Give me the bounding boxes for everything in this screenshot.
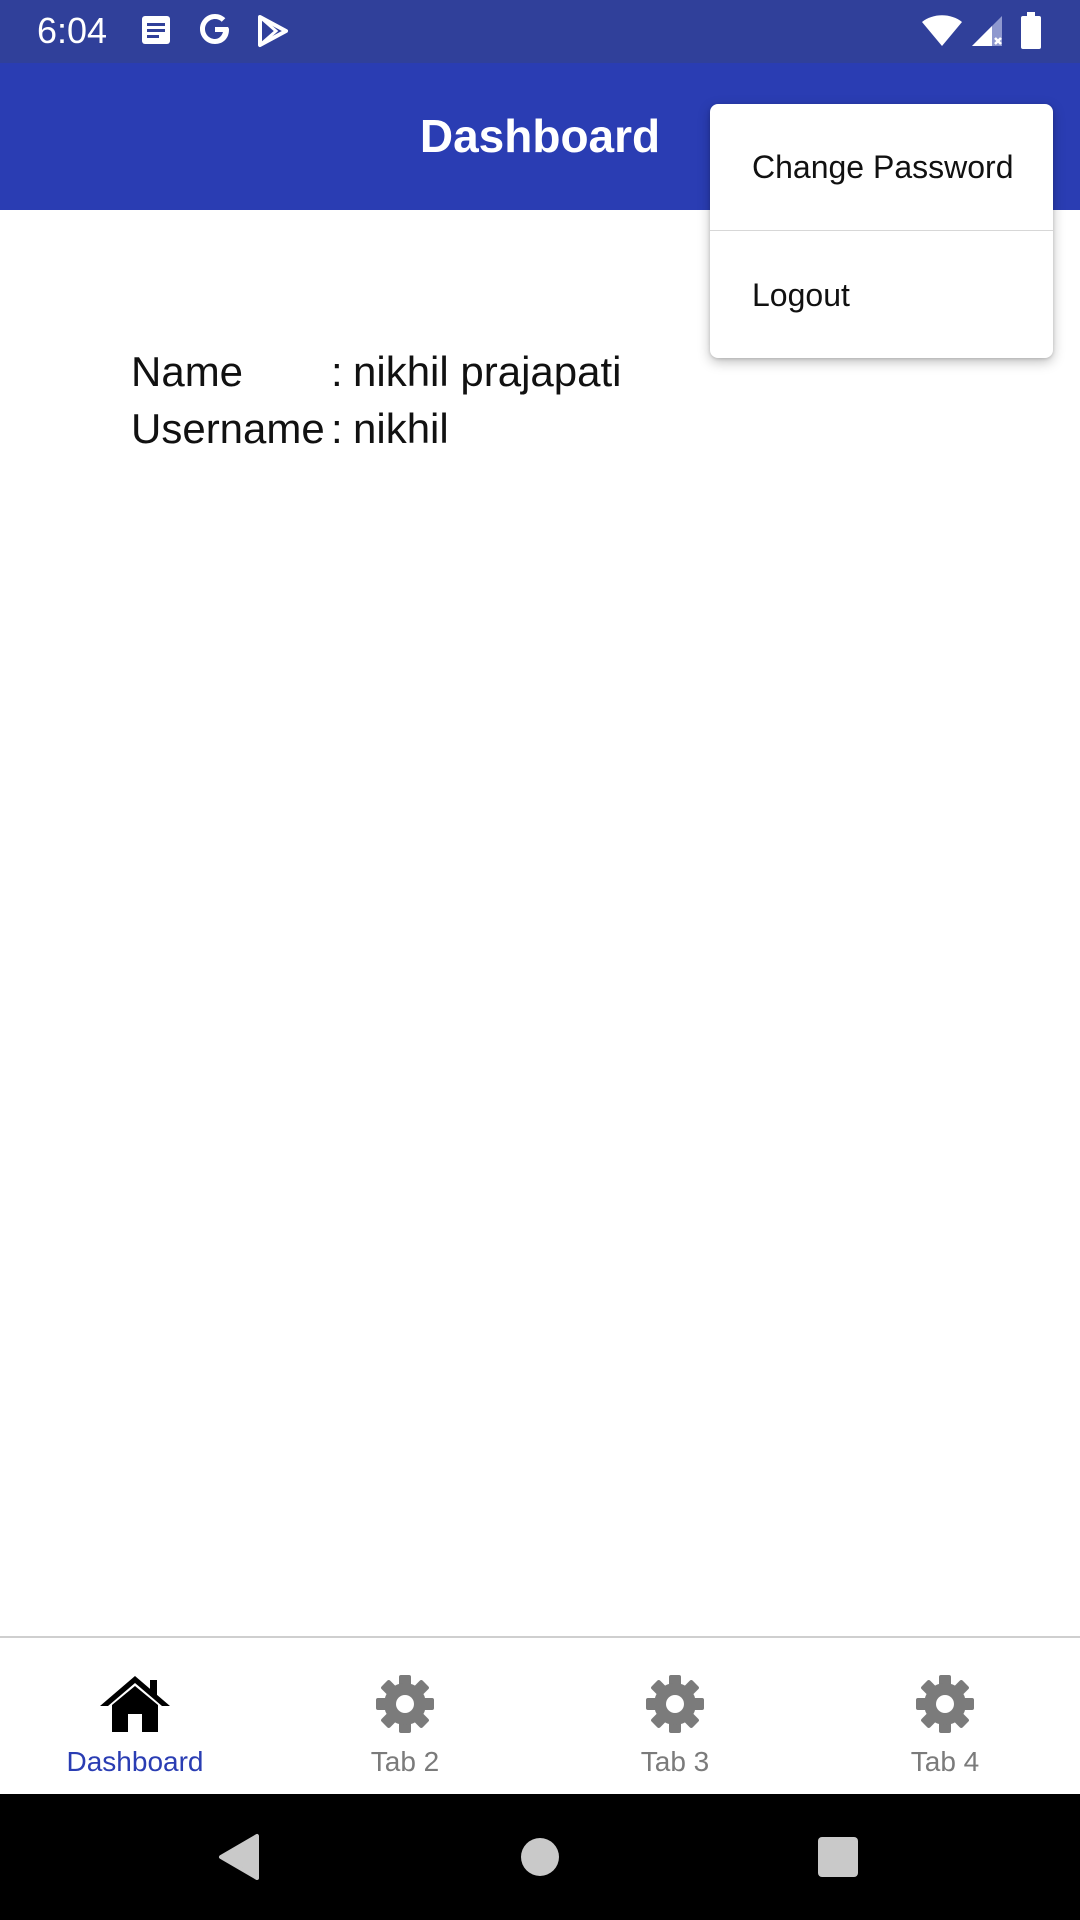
recents-square-icon bbox=[788, 1794, 888, 1920]
tab-dashboard[interactable]: Dashboard bbox=[0, 1638, 270, 1794]
home-nav-button[interactable] bbox=[490, 1794, 590, 1920]
tab-2[interactable]: Tab 2 bbox=[270, 1638, 540, 1794]
wifi-icon bbox=[920, 14, 964, 48]
menu-item-change-password[interactable]: Change Password bbox=[710, 104, 1053, 230]
main-content: Name: nikhil prajapati Username: nikhil bbox=[0, 210, 1080, 1636]
name-row: Name: nikhil prajapati bbox=[131, 348, 622, 396]
recents-button[interactable] bbox=[788, 1794, 888, 1920]
tab-label: Tab 2 bbox=[370, 1746, 440, 1777]
tab-label: Dashboard bbox=[66, 1746, 204, 1777]
battery-icon bbox=[1020, 12, 1042, 50]
overflow-menu: Change Password Logout bbox=[710, 104, 1053, 358]
gear-icon bbox=[368, 1672, 442, 1736]
google-icon bbox=[196, 10, 234, 48]
username-value: nikhil bbox=[353, 405, 449, 452]
gear-icon bbox=[908, 1672, 982, 1736]
name-separator: : bbox=[331, 348, 343, 395]
name-label: Name bbox=[131, 348, 244, 395]
home-circle-icon bbox=[490, 1794, 590, 1920]
system-nav-bar bbox=[0, 1794, 1080, 1920]
tab-3[interactable]: Tab 3 bbox=[540, 1638, 810, 1794]
bottom-nav: Dashboard Tab 2 Tab 3 Tab 4 bbox=[0, 1636, 1080, 1794]
username-row: Username: nikhil bbox=[131, 405, 449, 453]
home-icon bbox=[98, 1672, 172, 1736]
signal-icon bbox=[970, 14, 1004, 48]
tab-label: Tab 4 bbox=[910, 1746, 980, 1777]
back-button[interactable] bbox=[190, 1794, 290, 1920]
tab-4[interactable]: Tab 4 bbox=[810, 1638, 1080, 1794]
menu-item-logout[interactable]: Logout bbox=[710, 232, 1053, 358]
notes-icon bbox=[140, 14, 172, 46]
menu-divider bbox=[710, 230, 1053, 231]
play-store-icon bbox=[256, 14, 290, 48]
tab-label: Tab 3 bbox=[640, 1746, 710, 1777]
username-label: Username bbox=[131, 405, 325, 452]
back-triangle-icon bbox=[190, 1794, 290, 1920]
username-separator: : bbox=[331, 405, 343, 452]
status-bar: 6:04 bbox=[0, 0, 1080, 63]
status-time: 6:04 bbox=[37, 10, 108, 51]
name-value: nikhil prajapati bbox=[353, 348, 622, 395]
gear-icon bbox=[638, 1672, 712, 1736]
